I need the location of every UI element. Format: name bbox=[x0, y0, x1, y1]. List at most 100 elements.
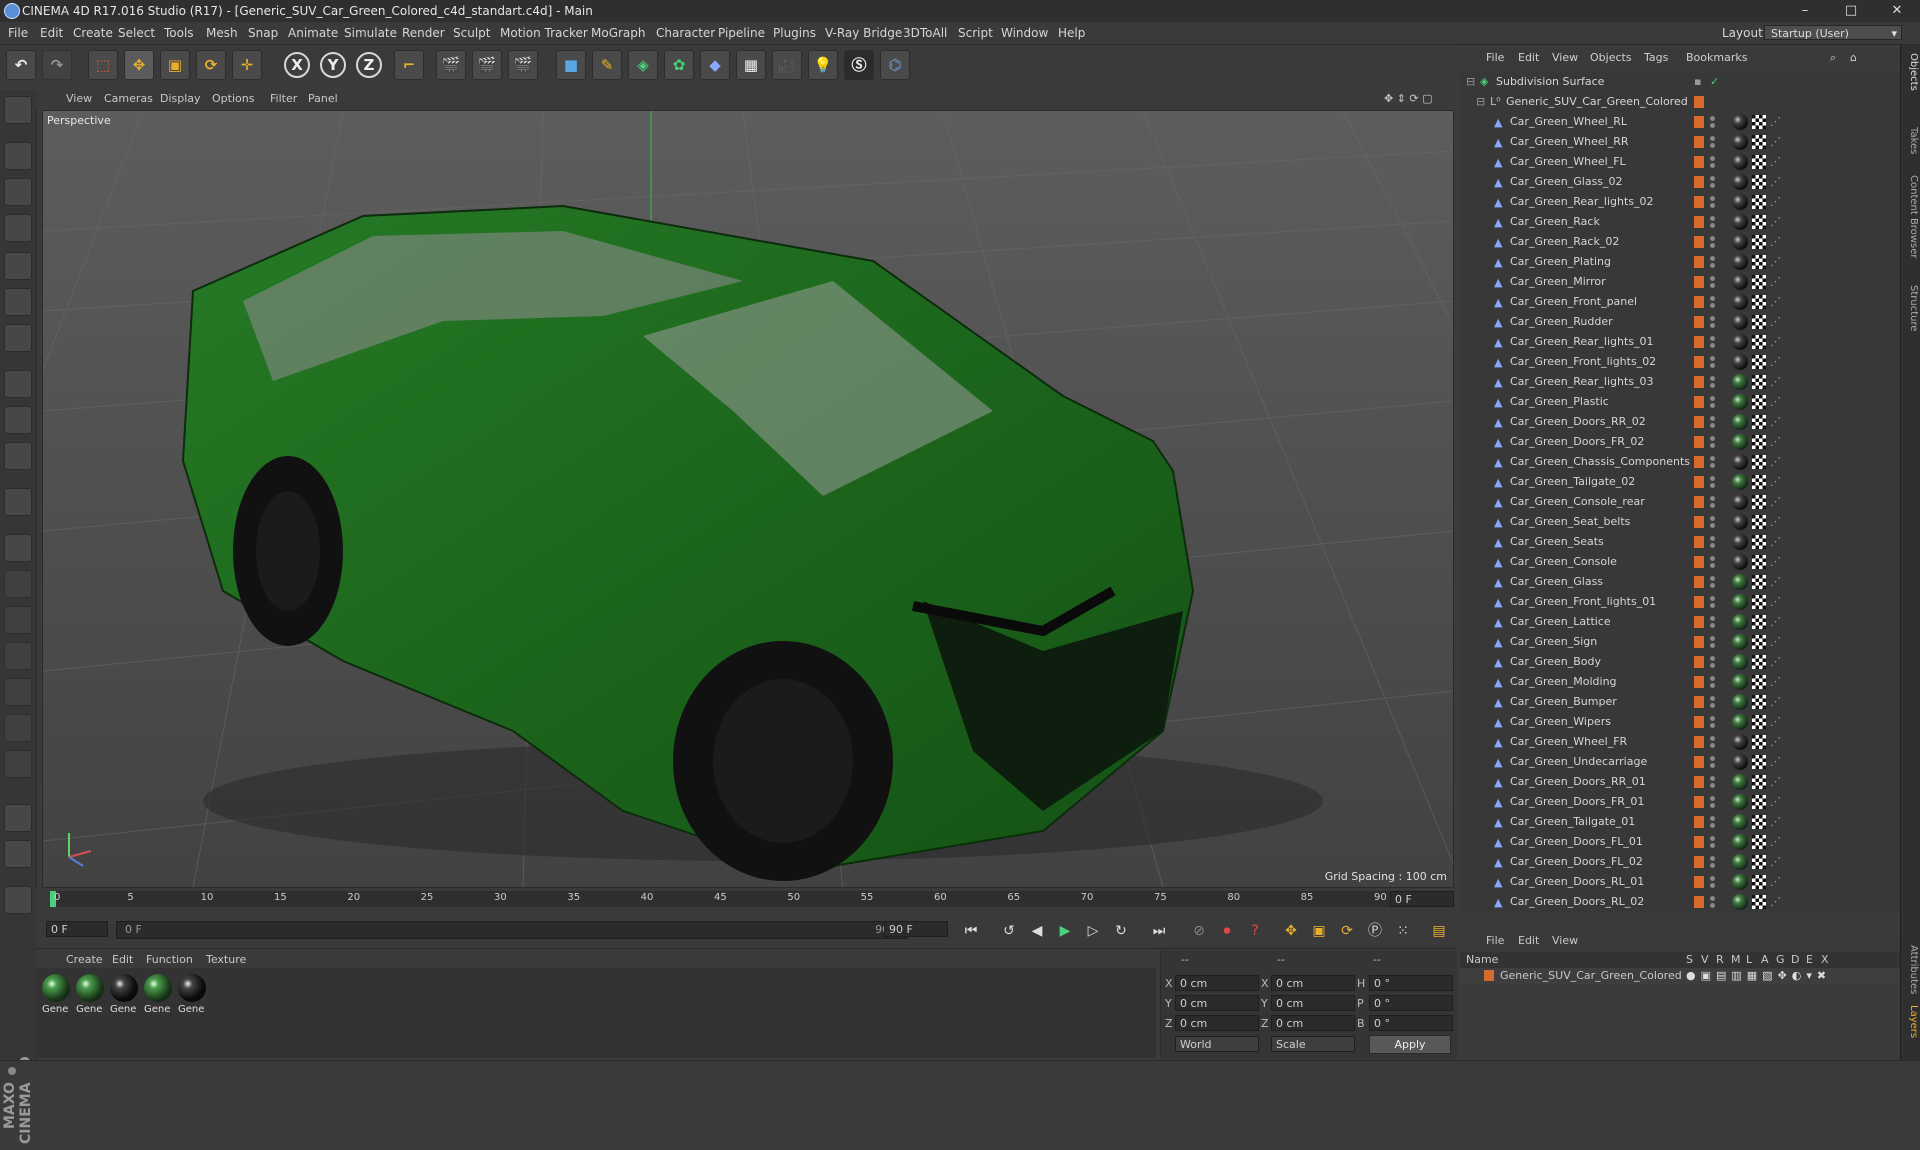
menu-character[interactable]: Character bbox=[656, 26, 715, 40]
visibility-dots-icon[interactable] bbox=[1710, 494, 1716, 510]
vray-button[interactable]: Ⓢ bbox=[844, 50, 874, 80]
rotation-h-field[interactable]: 0 ° bbox=[1369, 975, 1453, 991]
layer-color-swatch[interactable] bbox=[1694, 676, 1704, 688]
material-swatch[interactable]: Gene bbox=[110, 974, 140, 1020]
texture-tag-icon[interactable] bbox=[1752, 475, 1766, 489]
material-tag-icon[interactable] bbox=[1732, 654, 1748, 670]
object-row[interactable]: ▲ Car_Green_Doors_FR_02 ⋰ bbox=[1460, 432, 1900, 452]
texture-tag-icon[interactable] bbox=[1752, 795, 1766, 809]
coordinate-system-button[interactable]: ⌐ bbox=[394, 50, 424, 80]
texture-tag-icon[interactable] bbox=[1752, 515, 1766, 529]
layer-column-r[interactable]: R bbox=[1716, 953, 1724, 966]
material-tag-icon[interactable] bbox=[1732, 874, 1748, 890]
collapse-icon[interactable]: ⊟ bbox=[1476, 95, 1485, 108]
add-floor-button[interactable]: ▦ bbox=[736, 50, 766, 80]
viewport-menu-display[interactable]: Display bbox=[160, 92, 201, 105]
tab-content-browser[interactable]: Content Browser bbox=[1903, 175, 1919, 258]
phong-tag-icon[interactable]: ⋰ bbox=[1770, 216, 1781, 228]
phong-tag-icon[interactable]: ⋰ bbox=[1770, 316, 1781, 328]
material-tag-icon[interactable] bbox=[1732, 314, 1748, 330]
material-tag-icon[interactable] bbox=[1732, 774, 1748, 790]
points-mode-button[interactable] bbox=[4, 252, 32, 280]
autokey-button[interactable]: ⏺ bbox=[1216, 920, 1238, 942]
object-row[interactable]: ▲ Car_Green_Tailgate_01 ⋰ bbox=[1460, 812, 1900, 832]
layer-color-swatch[interactable] bbox=[1694, 116, 1704, 128]
phong-tag-icon[interactable]: ⋰ bbox=[1770, 476, 1781, 488]
visibility-dots-icon[interactable] bbox=[1710, 454, 1716, 470]
layer-column-e[interactable]: E bbox=[1806, 953, 1813, 966]
visibility-dots-icon[interactable] bbox=[1710, 754, 1716, 770]
material-tag-icon[interactable] bbox=[1732, 514, 1748, 530]
object-row[interactable]: ▲ Car_Green_Body ⋰ bbox=[1460, 652, 1900, 672]
texture-tag-icon[interactable] bbox=[1752, 635, 1766, 649]
viewport-menu-options[interactable]: Options bbox=[212, 92, 254, 105]
menu-edit[interactable]: Edit bbox=[40, 26, 63, 40]
layer-column-a[interactable]: A bbox=[1761, 953, 1769, 966]
material-tag-icon[interactable] bbox=[1732, 594, 1748, 610]
object-row[interactable]: ▲ Car_Green_Rear_lights_02 ⋰ bbox=[1460, 192, 1900, 212]
material-tag-icon[interactable] bbox=[1732, 474, 1748, 490]
object-row[interactable]: ▲ Car_Green_Front_lights_01 ⋰ bbox=[1460, 592, 1900, 612]
phong-tag-icon[interactable]: ⋰ bbox=[1770, 336, 1781, 348]
make-editable-button[interactable] bbox=[4, 96, 32, 124]
object-row[interactable]: ▲ Car_Green_Doors_RL_02 ⋰ bbox=[1460, 892, 1900, 912]
texture-tag-icon[interactable] bbox=[1752, 815, 1766, 829]
phong-tag-icon[interactable]: ⋰ bbox=[1770, 716, 1781, 728]
phong-tag-icon[interactable]: ⋰ bbox=[1770, 576, 1781, 588]
close-button[interactable]: ✕ bbox=[1874, 0, 1920, 22]
add-light-button[interactable]: 💡 bbox=[808, 50, 838, 80]
python-button[interactable]: ⌬ bbox=[880, 50, 910, 80]
layer-menu-view[interactable]: View bbox=[1552, 934, 1578, 947]
texture-tag-icon[interactable] bbox=[1752, 155, 1766, 169]
object-row[interactable]: ▲ Car_Green_Doors_RL_01 ⋰ bbox=[1460, 872, 1900, 892]
rotation-b-field[interactable]: 0 ° bbox=[1369, 1015, 1453, 1031]
material-tag-icon[interactable] bbox=[1732, 154, 1748, 170]
extrude-tool-button[interactable] bbox=[4, 678, 32, 706]
measure-tool-button[interactable] bbox=[4, 534, 32, 562]
phong-tag-icon[interactable]: ⋰ bbox=[1770, 136, 1781, 148]
play-button[interactable]: ▶ bbox=[1054, 920, 1076, 942]
phong-tag-icon[interactable]: ⋰ bbox=[1770, 356, 1781, 368]
phong-tag-icon[interactable]: ⋰ bbox=[1770, 276, 1781, 288]
layer-column-s[interactable]: S bbox=[1686, 953, 1693, 966]
scale-tool-button[interactable]: ▣ bbox=[160, 50, 190, 80]
layer-column-d[interactable]: D bbox=[1791, 953, 1799, 966]
texture-tag-icon[interactable] bbox=[1752, 295, 1766, 309]
object-row[interactable]: ▲ Car_Green_Rudder ⋰ bbox=[1460, 312, 1900, 332]
material-tag-icon[interactable] bbox=[1732, 734, 1748, 750]
layer-color-swatch[interactable] bbox=[1694, 96, 1704, 108]
render-view-button[interactable]: 🎬 bbox=[436, 50, 466, 80]
texture-tag-icon[interactable] bbox=[1752, 135, 1766, 149]
menu-window[interactable]: Window bbox=[1001, 26, 1048, 40]
next-frame-button[interactable]: ▷ bbox=[1082, 920, 1104, 942]
phong-tag-icon[interactable]: ⋰ bbox=[1770, 676, 1781, 688]
menu-mesh[interactable]: Mesh bbox=[206, 26, 238, 40]
tweak-mode-button[interactable] bbox=[4, 406, 32, 434]
add-cube-button[interactable]: ■ bbox=[556, 50, 586, 80]
select-tool-button[interactable]: ⬚ bbox=[88, 50, 118, 80]
go-to-start-button[interactable]: ⏮ bbox=[960, 920, 982, 942]
material-tag-icon[interactable] bbox=[1732, 894, 1748, 910]
material-tag-icon[interactable] bbox=[1732, 794, 1748, 810]
layer-row[interactable]: Generic_SUV_Car_Green_Colored ●▣▤▥▦▧✥◐▾✖ bbox=[1460, 968, 1900, 984]
key-rotation-button[interactable]: ⟳ bbox=[1336, 920, 1358, 942]
redo-button[interactable]: ↷ bbox=[42, 50, 72, 80]
next-key-button[interactable]: ↻ bbox=[1110, 920, 1132, 942]
layer-color-swatch[interactable] bbox=[1694, 856, 1704, 868]
minimize-button[interactable]: – bbox=[1782, 0, 1828, 22]
object-row[interactable]: ▲ Car_Green_Seat_belts ⋰ bbox=[1460, 512, 1900, 532]
phong-tag-icon[interactable]: ⋰ bbox=[1770, 156, 1781, 168]
visibility-dots-icon[interactable] bbox=[1710, 194, 1716, 210]
visibility-dots-icon[interactable] bbox=[1710, 134, 1716, 150]
python-console-button[interactable] bbox=[4, 886, 32, 914]
object-menu-edit[interactable]: Edit bbox=[1518, 51, 1539, 64]
object-row[interactable]: ▲ Car_Green_Console_rear ⋰ bbox=[1460, 492, 1900, 512]
texture-tag-icon[interactable] bbox=[1752, 175, 1766, 189]
object-row[interactable]: ▲ Car_Green_Wheel_FR ⋰ bbox=[1460, 732, 1900, 752]
polygons-mode-button[interactable] bbox=[4, 324, 32, 352]
material-tag-icon[interactable] bbox=[1732, 234, 1748, 250]
texture-tag-icon[interactable] bbox=[1752, 875, 1766, 889]
add-subdivision-button[interactable]: ◈ bbox=[628, 50, 658, 80]
tab-structure[interactable]: Structure bbox=[1903, 285, 1919, 332]
layer-color-swatch[interactable] bbox=[1694, 156, 1704, 168]
